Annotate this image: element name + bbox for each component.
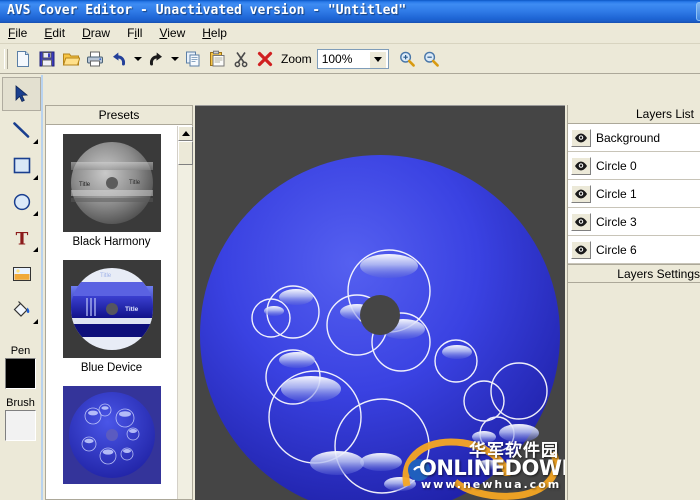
undo-dropdown-arrow[interactable] xyxy=(131,47,144,71)
presets-scrollbar[interactable] xyxy=(177,126,193,499)
zoom-label: Zoom xyxy=(281,51,312,66)
window-title: AVS Cover Editor - Unactivated version -… xyxy=(7,3,407,18)
tool-rectangle[interactable] xyxy=(2,149,41,183)
layer-row-circle-0[interactable]: Circle 0 xyxy=(568,152,700,180)
pen-color-swatch[interactable] xyxy=(5,358,36,389)
eye-icon[interactable] xyxy=(571,184,591,203)
presets-title: Presets xyxy=(46,106,192,125)
tool-fill-bucket-submenu-corner[interactable] xyxy=(33,319,38,324)
pen-label: Pen xyxy=(10,345,31,357)
layer-row-circle-3[interactable]: Circle 3 xyxy=(568,208,700,236)
scroll-up-icon[interactable] xyxy=(178,126,193,141)
undo-icon[interactable] xyxy=(107,47,131,71)
presets-panel: Presets Title Title Black Harmony Title … xyxy=(45,105,193,500)
preset-item-black-harmony[interactable]: Title Title Black Harmony xyxy=(46,126,177,252)
application-window: AVS Cover Editor - Unactivated version -… xyxy=(0,0,700,500)
zoom-combo[interactable]: 100% xyxy=(316,48,389,69)
eye-icon[interactable] xyxy=(571,156,591,175)
tool-line-submenu-corner[interactable] xyxy=(33,139,38,144)
menu-bar: File Edit Draw Fill View Help xyxy=(0,23,700,44)
tool-ellipse[interactable] xyxy=(2,185,41,219)
delete-icon[interactable] xyxy=(253,47,277,71)
save-icon[interactable] xyxy=(35,47,59,71)
layer-name: Circle 6 xyxy=(596,242,637,257)
svg-text:T: T xyxy=(15,230,28,249)
svg-text:Title: Title xyxy=(125,306,139,313)
tool-text-submenu-corner[interactable] xyxy=(33,247,38,252)
disc-center-hole xyxy=(360,295,400,335)
layer-name: Circle 1 xyxy=(596,186,637,201)
layer-name: Background xyxy=(596,130,661,145)
preset-thumbnail-blue-device: Title Title xyxy=(62,260,161,358)
eye-icon[interactable] xyxy=(571,212,591,231)
canvas-area[interactable]: 华军软件园 ONLINEDOWN www.newhua.com xyxy=(195,105,565,500)
print-icon[interactable] xyxy=(83,47,107,71)
tool-text[interactable]: T xyxy=(2,221,41,255)
preset-item-bubbles[interactable] xyxy=(46,378,177,492)
layers-list: Background Circle 0 Circle 1 Circle 3 Ci… xyxy=(568,124,700,264)
title-bar: AVS Cover Editor - Unactivated version -… xyxy=(0,0,700,23)
tool-rectangle-submenu-corner[interactable] xyxy=(33,175,38,180)
menu-item-file[interactable]: File xyxy=(0,24,36,42)
preset-name-blue-device: Blue Device xyxy=(80,362,143,374)
tool-fill-bucket[interactable] xyxy=(2,293,41,327)
menu-item-draw[interactable]: Draw xyxy=(74,24,119,42)
chevron-down-icon[interactable] xyxy=(369,51,386,68)
zoom-value: 100% xyxy=(321,51,353,66)
zoom-out-icon[interactable] xyxy=(419,47,443,71)
tool-image[interactable] xyxy=(2,257,41,291)
layer-name: Circle 0 xyxy=(596,158,637,173)
preset-name-black-harmony: Black Harmony xyxy=(72,236,151,248)
tool-palette: T Pen Brush xyxy=(0,75,43,500)
layers-settings-title: Layers Settings xyxy=(568,264,700,283)
brush-color-swatch[interactable] xyxy=(5,410,36,441)
open-folder-icon[interactable] xyxy=(59,47,83,71)
layer-row-circle-6[interactable]: Circle 6 xyxy=(568,236,700,264)
layers-list-title: Layers List xyxy=(568,105,700,124)
copy-icon[interactable] xyxy=(181,47,205,71)
zoom-in-icon[interactable] xyxy=(395,47,419,71)
paste-icon[interactable] xyxy=(205,47,229,71)
presets-list[interactable]: Title Title Black Harmony Title Title Bl… xyxy=(46,126,177,499)
svg-text:Title: Title xyxy=(129,180,141,186)
cover-artwork[interactable] xyxy=(195,106,565,500)
scrollbar-thumb[interactable] xyxy=(178,141,193,165)
layer-name: Circle 3 xyxy=(596,214,637,229)
eye-icon[interactable] xyxy=(571,240,591,259)
redo-dropdown-arrow[interactable] xyxy=(168,47,181,71)
eye-icon[interactable] xyxy=(571,128,591,147)
layer-row-circle-1[interactable]: Circle 1 xyxy=(568,180,700,208)
tool-select-arrow[interactable] xyxy=(2,77,41,111)
preset-thumbnail-black-harmony: Title Title xyxy=(62,134,161,232)
redo-icon[interactable] xyxy=(144,47,168,71)
menu-item-view[interactable]: View xyxy=(151,24,194,42)
window-close-button[interactable] xyxy=(696,2,700,21)
layer-row-background[interactable]: Background xyxy=(568,124,700,152)
new-document-icon[interactable] xyxy=(11,47,35,71)
menu-item-fill[interactable]: Fill xyxy=(119,24,151,42)
menu-item-help[interactable]: Help xyxy=(194,24,236,42)
tool-line[interactable] xyxy=(2,113,41,147)
menu-item-edit[interactable]: Edit xyxy=(36,24,74,42)
toolbar-grip[interactable] xyxy=(4,48,8,69)
cut-icon[interactable] xyxy=(229,47,253,71)
preset-item-blue-device[interactable]: Title Title Blue Device xyxy=(46,252,177,378)
preset-thumbnail-bubbles xyxy=(62,386,161,484)
layers-panel: Layers List Background Circle 0 Circle 1… xyxy=(567,105,700,500)
svg-text:Title: Title xyxy=(79,182,91,188)
tool-ellipse-submenu-corner[interactable] xyxy=(33,211,38,216)
svg-text:Title: Title xyxy=(100,273,112,279)
toolbar: Zoom 100% xyxy=(0,44,700,74)
brush-label: Brush xyxy=(6,397,35,409)
layers-settings-body xyxy=(568,283,700,483)
